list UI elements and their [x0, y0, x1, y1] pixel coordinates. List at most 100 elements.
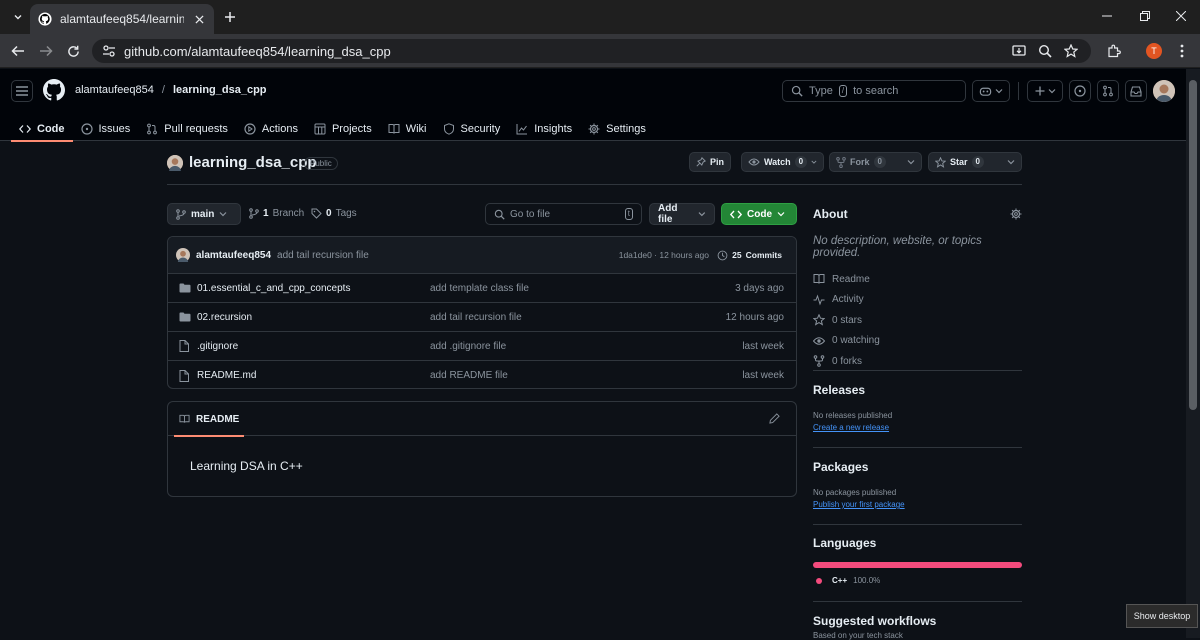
about-link-stars[interactable]: 0 stars [813, 310, 1022, 331]
hamburger-icon [16, 86, 28, 96]
tab-code[interactable]: Code [11, 117, 73, 142]
repo-name[interactable]: learning_dsa_cpp [189, 154, 317, 171]
about-link-activity[interactable]: Activity [813, 290, 1022, 311]
edit-about-button[interactable] [1010, 208, 1022, 220]
book-icon [813, 273, 825, 285]
about-link-forks[interactable]: 0 forks [813, 351, 1022, 372]
file-commit-message[interactable]: add .gitignore file [430, 341, 506, 352]
zoom-icon[interactable] [1037, 43, 1053, 59]
readme-content: Learning DSA in C++ [190, 459, 303, 473]
file-commit-message[interactable]: add README file [430, 370, 508, 381]
code-label: Code [747, 208, 772, 220]
tab-insights[interactable]: Insights [508, 117, 580, 141]
go-to-file-input[interactable]: Go to file t [485, 203, 642, 225]
file-name[interactable]: 01.essential_c_and_cpp_concepts [197, 283, 350, 294]
address-bar[interactable]: github.com/alamtaufeeq854/learning_dsa_c… [92, 39, 1091, 63]
sidebar-divider [813, 370, 1022, 371]
tab-label: Actions [261, 123, 298, 135]
tab-issues[interactable]: Issues [73, 117, 139, 141]
add-file-button[interactable]: Add file [649, 203, 715, 225]
table-row[interactable]: 02.recursion add tail recursion file 12 ho… [168, 303, 796, 332]
pull-request-icon [146, 123, 158, 135]
file-name[interactable]: 02.recursion [197, 312, 252, 323]
code-button[interactable]: Code [721, 203, 797, 225]
play-icon [244, 123, 256, 135]
pencil-icon [769, 413, 780, 424]
table-row[interactable]: .gitignore add .gitignore file last week [168, 332, 796, 361]
owner-avatar[interactable] [167, 155, 183, 171]
tags-link[interactable]: 0 Tags [311, 208, 357, 219]
folder-icon [179, 283, 191, 293]
table-row[interactable]: 01.essential_c_and_cpp_concepts add templ… [168, 274, 796, 303]
tab-projects[interactable]: Projects [306, 117, 380, 141]
forward-button[interactable] [36, 41, 56, 61]
tab-wiki[interactable]: Wiki [380, 117, 435, 141]
commit-author[interactable]: alamtaufeeq854 [196, 250, 271, 261]
copilot-button[interactable] [972, 80, 1010, 102]
branch-select[interactable]: main [167, 203, 241, 225]
tags-label: Tags [335, 208, 357, 219]
file-name[interactable]: .gitignore [197, 341, 238, 352]
site-settings-icon[interactable] [102, 44, 116, 58]
file-commit-message[interactable]: add tail recursion file [430, 312, 522, 323]
github-logo-icon[interactable] [43, 79, 65, 101]
table-row[interactable]: README.md add README file last week [168, 361, 796, 388]
reload-button[interactable] [63, 41, 83, 61]
star-button[interactable]: Star 0 [928, 152, 1022, 172]
packages-title[interactable]: Packages [813, 460, 1022, 474]
tab-actions[interactable]: Actions [236, 117, 306, 141]
close-window-button[interactable] [1162, 0, 1200, 32]
publish-package-link[interactable]: Publish your first package [813, 500, 1022, 509]
issues-button[interactable] [1069, 80, 1091, 102]
notifications-button[interactable] [1125, 80, 1147, 102]
tab-settings[interactable]: Settings [580, 117, 654, 141]
inbox-icon [1130, 85, 1142, 97]
close-tab-icon[interactable] [192, 12, 206, 26]
bookmark-star-icon[interactable] [1063, 43, 1079, 59]
user-avatar[interactable] [1153, 80, 1175, 102]
releases-title[interactable]: Releases [813, 383, 1022, 397]
file-commit-message[interactable]: add template class file [430, 283, 529, 294]
back-button[interactable] [8, 41, 28, 61]
repo-link[interactable]: learning_dsa_cpp [173, 84, 267, 96]
github-header: alamtaufeeq854 / learning_dsa_cpp Type / t… [0, 69, 1186, 142]
about-link-readme[interactable]: Readme [813, 269, 1022, 290]
commit-message[interactable]: add tail recursion file [277, 250, 369, 261]
restore-button[interactable] [1126, 0, 1164, 32]
watch-button[interactable]: Watch 0 [741, 152, 824, 172]
pull-requests-button[interactable] [1097, 80, 1119, 102]
edit-readme-button[interactable] [769, 413, 780, 424]
about-link-label: 0 watching [832, 335, 880, 347]
language-item[interactable]: C++ 100.0% [813, 576, 1022, 585]
tab-search-button[interactable] [8, 7, 28, 27]
browser-tab[interactable]: alamtaufeeq854/learning_dsa_cpp [30, 4, 214, 34]
browser-menu-button[interactable] [1172, 41, 1192, 61]
scrollbar-thumb[interactable] [1189, 80, 1197, 410]
file-name[interactable]: README.md [197, 370, 256, 381]
install-app-icon[interactable] [1011, 43, 1027, 59]
profile-avatar[interactable]: T [1146, 43, 1162, 59]
readme-tab-label: README [196, 413, 240, 425]
about-link-watching[interactable]: 0 watching [813, 331, 1022, 352]
readme-tab[interactable]: README [174, 402, 245, 437]
chevron-down-icon [811, 160, 817, 164]
commit-hash-time[interactable]: 1da1de0 · 12 hours ago [619, 250, 709, 260]
minimize-button[interactable] [1088, 0, 1126, 32]
pin-button[interactable]: Pin [689, 152, 732, 172]
fork-button[interactable]: Fork 0 [829, 152, 922, 172]
tab-pull-requests[interactable]: Pull requests [138, 117, 236, 141]
create-release-link[interactable]: Create a new release [813, 423, 1022, 432]
extensions-button[interactable] [1104, 41, 1124, 61]
file-commit-date: last week [742, 340, 784, 352]
owner-link[interactable]: alamtaufeeq854 [75, 84, 154, 96]
tab-security[interactable]: Security [435, 117, 509, 141]
search-input[interactable]: Type / to search [782, 80, 966, 102]
global-menu-button[interactable] [11, 80, 33, 102]
commits-link[interactable]: 25 Commits [717, 250, 782, 261]
arrow-right-icon [40, 45, 53, 57]
create-new-button[interactable] [1027, 80, 1063, 102]
branches-link[interactable]: 1 Branch [249, 208, 304, 219]
commit-author-avatar[interactable] [176, 248, 190, 262]
new-tab-button[interactable] [220, 7, 240, 27]
about-links: Readme Activity 0 stars 0 watching 0 forks [813, 269, 1022, 372]
